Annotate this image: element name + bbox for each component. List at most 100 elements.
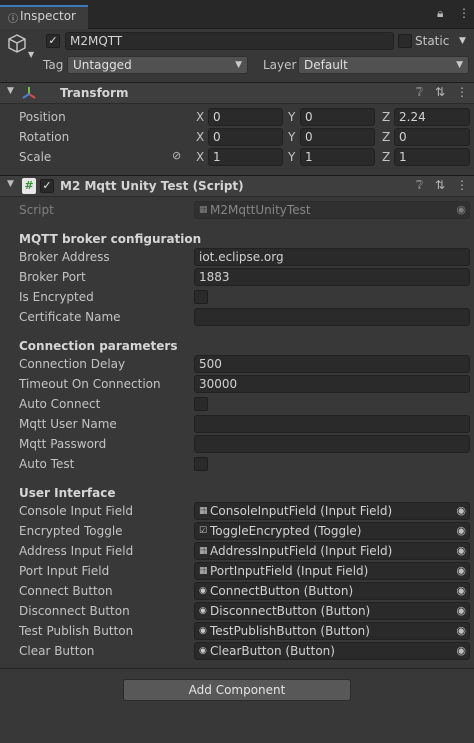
- button-icon: ◉: [199, 606, 207, 616]
- connect-button-label: Connect Button: [19, 584, 113, 598]
- lock-icon[interactable]: 🔒︎: [437, 6, 443, 21]
- disconnect-button-value: DisconnectButton (Button): [210, 604, 371, 618]
- foldout-arrow-icon[interactable]: ▼: [7, 179, 14, 189]
- transform-title: Transform: [60, 86, 129, 100]
- presets-icon[interactable]: ⇅: [435, 178, 445, 192]
- tag-dropdown[interactable]: Untagged ▼: [67, 56, 248, 74]
- rotation-z-input[interactable]: 0: [394, 128, 470, 146]
- axis-x-label: X: [196, 110, 205, 124]
- console-input-field-reference[interactable]: ▦ ConsoleInputField (Input Field) ◉: [194, 502, 470, 520]
- connection-delay-input[interactable]: 500: [194, 355, 470, 373]
- presets-icon[interactable]: ⇅: [435, 85, 445, 99]
- component-menu-icon[interactable]: ⋮: [456, 85, 468, 99]
- object-picker-icon: ◉: [456, 203, 466, 216]
- help-icon[interactable]: ❔︎: [416, 178, 423, 193]
- object-picker-icon[interactable]: ◉: [456, 583, 466, 599]
- port-input-field-label: Port Input Field: [19, 564, 110, 578]
- auto-connect-checkbox[interactable]: [194, 397, 208, 411]
- foldout-arrow-icon[interactable]: ▼: [7, 86, 14, 96]
- axis-z-label: Z: [382, 150, 391, 164]
- address-input-field-reference[interactable]: ▦ AddressInputField (Input Field) ◉: [194, 542, 470, 560]
- object-picker-icon[interactable]: ◉: [456, 563, 466, 579]
- address-input-field-label: Address Input Field: [19, 544, 134, 558]
- timeout-label: Timeout On Connection: [19, 377, 161, 391]
- transform-header[interactable]: ▼ Transform ❔︎ ⇅ ⋮: [0, 82, 474, 104]
- script-enabled-checkbox[interactable]: ✓: [40, 179, 54, 193]
- layer-dropdown[interactable]: Default ▼: [298, 56, 469, 74]
- scale-y-input[interactable]: 1: [300, 148, 375, 166]
- mqtt-user-label: Mqtt User Name: [19, 417, 117, 431]
- broker-address-input[interactable]: iot.eclipse.org: [194, 248, 470, 266]
- position-z-input[interactable]: 2.24: [394, 108, 470, 126]
- chevron-down-icon: ▼: [235, 60, 242, 70]
- test-publish-button-reference[interactable]: ◉ TestPublishButton (Button) ◉: [194, 622, 470, 640]
- disconnect-button-reference[interactable]: ◉ DisconnectButton (Button) ◉: [194, 602, 470, 620]
- broker-port-input[interactable]: 1883: [194, 268, 470, 286]
- toggle-icon: ☑: [199, 526, 208, 536]
- auto-test-checkbox[interactable]: [194, 457, 208, 471]
- static-checkbox[interactable]: [398, 34, 412, 48]
- object-picker-icon[interactable]: ◉: [456, 623, 466, 639]
- button-icon: ◉: [199, 586, 207, 596]
- axis-z-label: Z: [382, 110, 391, 124]
- object-picker-icon[interactable]: ◉: [456, 603, 466, 619]
- static-dropdown-caret-icon[interactable]: ▼: [459, 36, 466, 46]
- broker-address-label: Broker Address: [19, 250, 110, 264]
- object-picker-icon[interactable]: ◉: [456, 643, 466, 659]
- certificate-name-input[interactable]: [194, 308, 470, 326]
- script-component-header[interactable]: ▼ # ✓ M2 Mqtt Unity Test (Script) ❔︎ ⇅ ⋮: [0, 175, 474, 197]
- input-field-icon: ▦: [199, 546, 208, 556]
- axis-y-label: Y: [288, 150, 296, 164]
- console-input-field-label: Console Input Field: [19, 504, 134, 518]
- add-component-button[interactable]: Add Component: [123, 679, 351, 701]
- port-input-field-value: PortInputField (Input Field): [210, 564, 369, 578]
- position-label: Position: [19, 110, 66, 124]
- csharp-script-icon: #: [22, 178, 36, 194]
- tag-label: Tag: [43, 58, 64, 72]
- more-options-icon[interactable]: ⋮: [458, 6, 470, 20]
- scale-link-icon[interactable]: ⊘: [172, 149, 181, 162]
- input-field-icon: ▦: [199, 506, 208, 516]
- mqtt-user-input[interactable]: [194, 415, 470, 433]
- encrypted-toggle-reference[interactable]: ☑ ToggleEncrypted (Toggle) ◉: [194, 522, 470, 540]
- script-reference-field: ▦ M2MqttUnityTest ◉: [194, 201, 470, 219]
- ui-section-heading: User Interface: [19, 486, 116, 500]
- object-picker-icon[interactable]: ◉: [456, 503, 466, 519]
- tag-value: Untagged: [73, 58, 132, 72]
- mqtt-password-input[interactable]: [194, 435, 470, 453]
- test-publish-button-label: Test Publish Button: [19, 624, 134, 638]
- help-icon[interactable]: ❔︎: [416, 85, 423, 100]
- disconnect-button-label: Disconnect Button: [19, 604, 130, 618]
- layer-value: Default: [304, 58, 348, 72]
- connect-button-reference[interactable]: ◉ ConnectButton (Button) ◉: [194, 582, 470, 600]
- script-label: Script: [19, 203, 54, 217]
- rotation-x-input[interactable]: 0: [208, 128, 283, 146]
- inspector-tab-bar: ⓘ Inspector 🔒︎ ⋮: [0, 0, 474, 29]
- timeout-input[interactable]: 30000: [194, 375, 470, 393]
- port-input-field-reference[interactable]: ▦ PortInputField (Input Field) ◉: [194, 562, 470, 580]
- axis-z-label: Z: [382, 130, 391, 144]
- position-y-input[interactable]: 0: [300, 108, 375, 126]
- broker-section-heading: MQTT broker configuration: [19, 232, 202, 246]
- is-encrypted-label: Is Encrypted: [19, 290, 94, 304]
- scale-z-input[interactable]: 1: [394, 148, 470, 166]
- clear-button-reference[interactable]: ◉ ClearButton (Button) ◉: [194, 642, 470, 660]
- gameobject-cube-icon[interactable]: [6, 33, 28, 55]
- layer-label: Layer: [263, 58, 297, 72]
- component-menu-icon[interactable]: ⋮: [456, 178, 468, 192]
- scale-x-input[interactable]: 1: [208, 148, 283, 166]
- script-file-icon: ▦: [199, 205, 208, 215]
- inspector-tab-label: Inspector: [20, 9, 76, 23]
- broker-port-label: Broker Port: [19, 270, 86, 284]
- divider: [0, 668, 474, 669]
- gameobject-active-checkbox[interactable]: ✓: [46, 34, 60, 48]
- rotation-y-input[interactable]: 0: [300, 128, 375, 146]
- object-picker-icon[interactable]: ◉: [456, 523, 466, 539]
- object-picker-icon[interactable]: ◉: [456, 543, 466, 559]
- position-x-input[interactable]: 0: [208, 108, 283, 126]
- gameobject-name-input[interactable]: M2MQTT: [65, 32, 394, 50]
- icon-dropdown-caret-icon[interactable]: ▼: [28, 50, 34, 59]
- inspector-tab[interactable]: ⓘ Inspector: [0, 5, 88, 29]
- console-input-field-value: ConsoleInputField (Input Field): [210, 504, 393, 518]
- is-encrypted-checkbox[interactable]: [194, 290, 208, 304]
